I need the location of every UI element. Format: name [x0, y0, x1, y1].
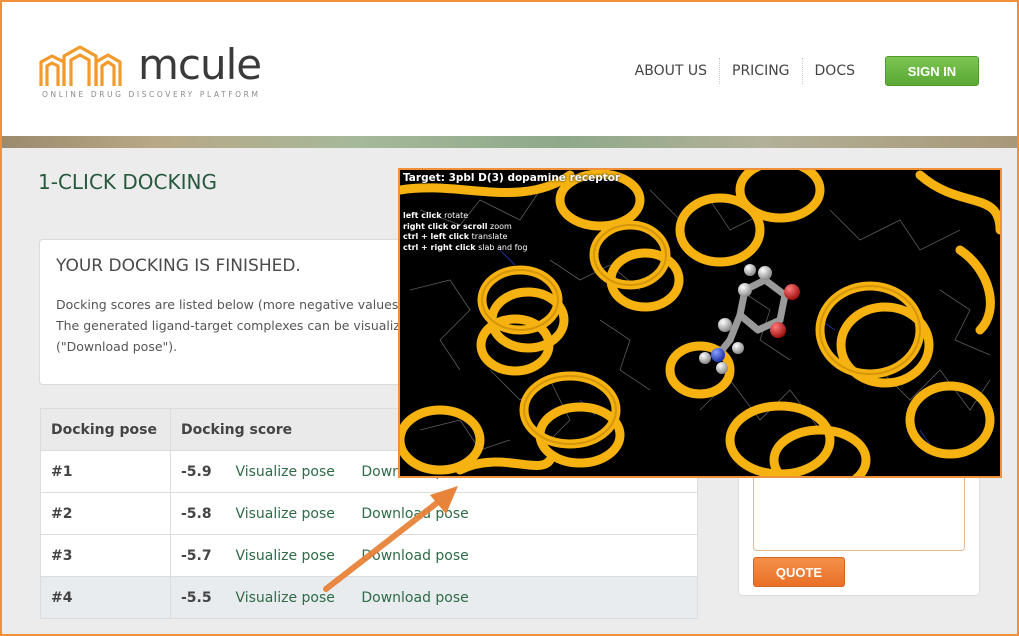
download-pose-link[interactable]: Download pose — [361, 548, 468, 564]
panel-line-1: Docking scores are listed below (more ne… — [56, 297, 399, 312]
sign-in-button[interactable]: SIGN IN — [885, 56, 979, 86]
docking-score: -5.7 — [181, 547, 212, 564]
table-row: #2 -5.8 Visualize pose Download pose — [40, 492, 698, 535]
page-title: 1-CLICK DOCKING — [38, 170, 217, 194]
quote-button[interactable]: QUOTE — [753, 557, 845, 587]
docking-score: -5.9 — [181, 463, 212, 480]
score-cell: -5.7 Visualize pose Download pose — [170, 534, 698, 577]
visualize-pose-link[interactable]: Visualize pose — [235, 548, 334, 564]
quote-panel: QUOTE — [738, 464, 980, 596]
help-key: ctrl + left click — [403, 232, 470, 241]
download-pose-link[interactable]: Download pose — [361, 506, 468, 522]
visualize-pose-link[interactable]: Visualize pose — [235, 506, 334, 522]
logo[interactable]: mcule ONLINE DRUG DISCOVERY PLATFORM — [38, 42, 262, 102]
help-line: ctrl + right click slab and fog — [403, 243, 527, 254]
docking-finished-panel: YOUR DOCKING IS FINISHED. Docking scores… — [39, 239, 459, 385]
viewer-target-label: Target: 3pbl D(3) dopamine receptor — [403, 172, 621, 184]
pose-number: #2 — [40, 492, 171, 535]
score-cell: -5.8 Visualize pose Download pose — [170, 492, 698, 535]
nav-pricing[interactable]: PRICING — [720, 58, 803, 84]
help-key: right click or scroll — [403, 221, 488, 231]
panel-heading: YOUR DOCKING IS FINISHED. — [56, 256, 301, 276]
nav-about-us[interactable]: ABOUT US — [623, 58, 720, 84]
help-line: ctrl + left click translate — [403, 232, 527, 243]
quote-textarea[interactable] — [753, 475, 965, 551]
nav-docs[interactable]: DOCS — [803, 58, 867, 84]
viewer-controls-help: left click rotate right click or scroll … — [403, 211, 527, 253]
table-row: #3 -5.7 Visualize pose Download pose — [40, 534, 698, 577]
help-key: left click — [403, 211, 442, 220]
table-row: #4 -5.5 Visualize pose Download pose — [40, 576, 698, 619]
app-frame: mcule ONLINE DRUG DISCOVERY PLATFORM ABO… — [0, 0, 1019, 636]
score-cell: -5.5 Visualize pose Download pose — [170, 576, 698, 619]
pose-number: #1 — [40, 450, 171, 493]
help-action: rotate — [444, 211, 469, 220]
molecule-viewer[interactable]: Target: 3pbl D(3) dopamine receptor left… — [398, 168, 1002, 478]
docking-score: -5.8 — [181, 505, 212, 522]
visualize-pose-link[interactable]: Visualize pose — [235, 590, 334, 606]
visualize-pose-link[interactable]: Visualize pose — [235, 464, 334, 480]
top-nav: ABOUT US PRICING DOCS SIGN IN — [623, 56, 979, 86]
help-line: left click rotate — [403, 211, 527, 222]
site-header: mcule ONLINE DRUG DISCOVERY PLATFORM ABO… — [2, 2, 1017, 136]
help-action: slab and fog — [478, 242, 528, 252]
docking-score: -5.5 — [181, 589, 212, 606]
logo-mark-icon — [39, 45, 122, 86]
column-header-pose: Docking pose — [40, 408, 171, 451]
pose-number: #4 — [40, 576, 171, 619]
help-line: right click or scroll zoom — [403, 222, 527, 233]
logo-tagline: ONLINE DRUG DISCOVERY PLATFORM — [42, 90, 261, 99]
pose-number: #3 — [40, 534, 171, 577]
help-key: ctrl + right click — [403, 242, 476, 252]
logo-wordmark: mcule — [138, 40, 262, 89]
panel-line-2: The generated ligand-target complexes ca… — [56, 318, 400, 333]
header-stripe — [2, 136, 1017, 148]
panel-line-3: ("Download pose"). — [56, 339, 178, 354]
download-pose-link[interactable]: Download pose — [361, 590, 468, 606]
panel-description: Docking scores are listed below (more ne… — [56, 294, 456, 357]
help-action: zoom — [490, 221, 512, 231]
help-action: translate — [471, 232, 508, 241]
